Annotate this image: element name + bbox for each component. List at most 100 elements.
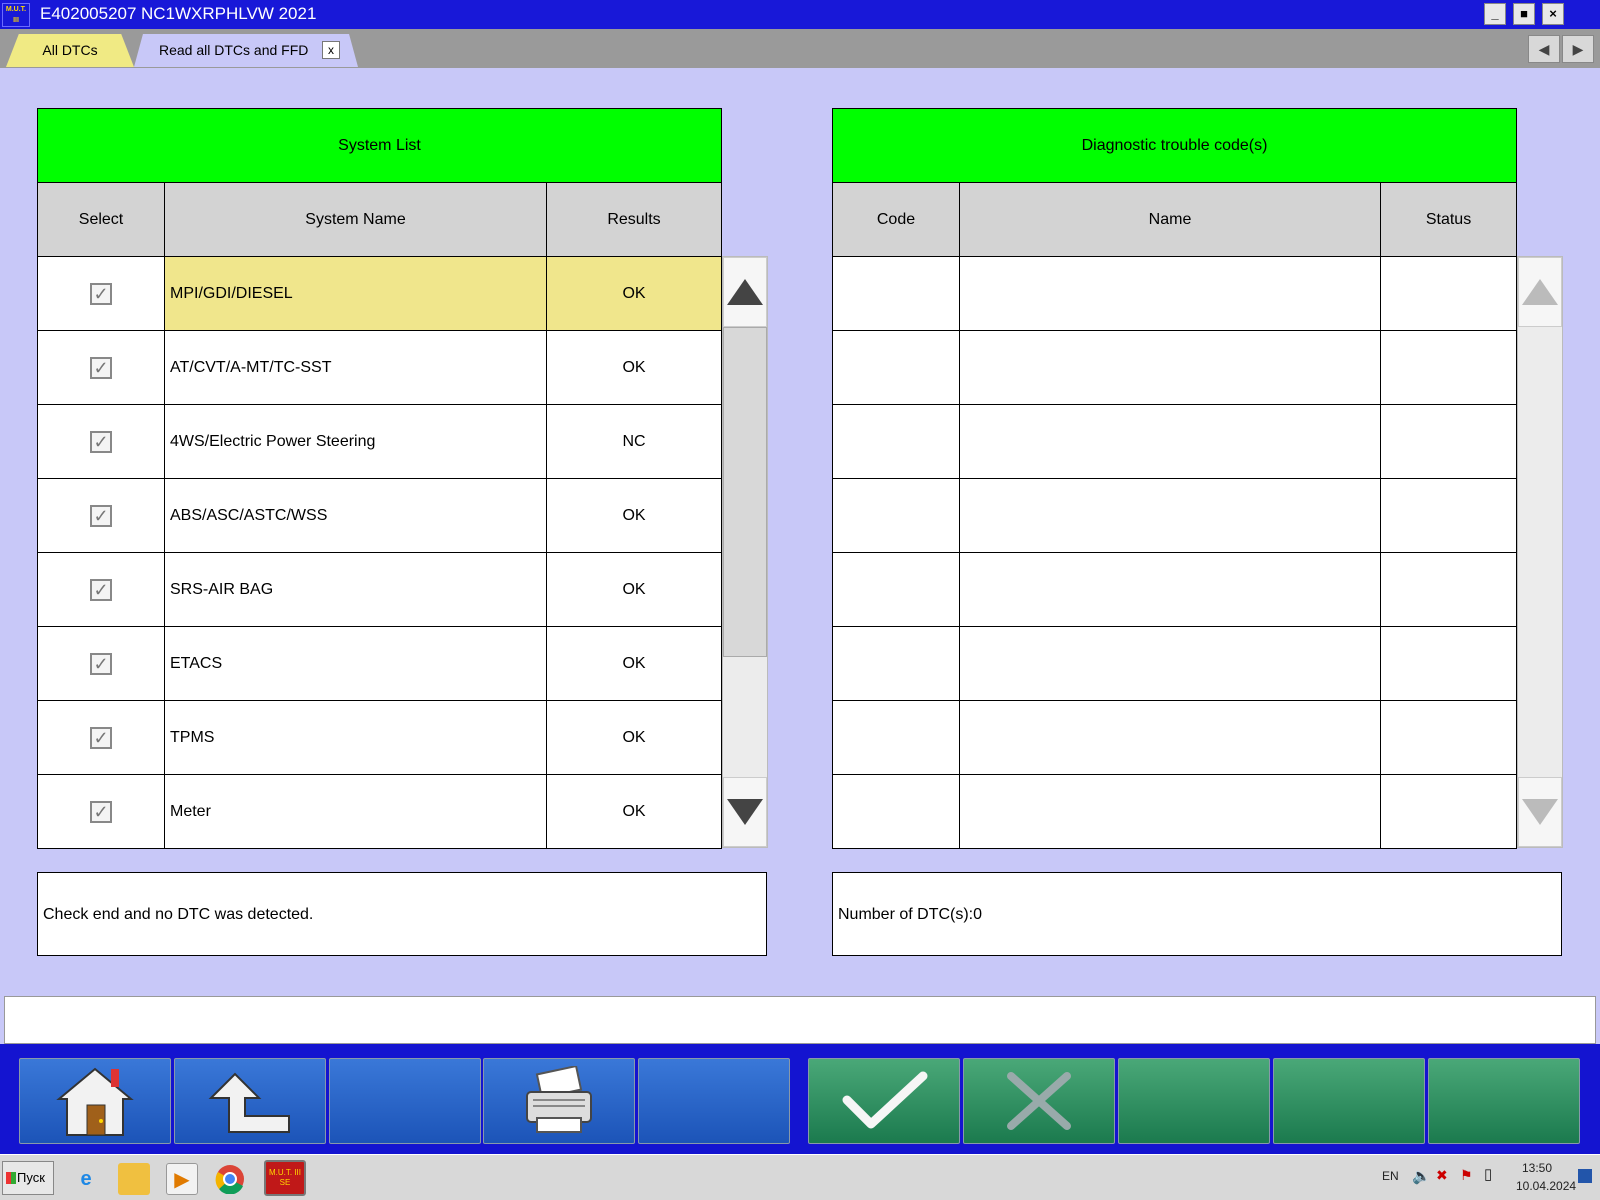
table-row[interactable]: ✓ ABS/ASC/ASTC/WSS OK (37, 478, 723, 553)
arrow-down-icon (727, 799, 763, 825)
select-checkbox[interactable]: ✓ (90, 578, 112, 601)
table-row[interactable]: ✓ 4WS/Electric Power Steering NC (37, 404, 723, 479)
mut-app-icon[interactable]: M.U.T. III (2, 3, 30, 27)
system-name[interactable]: ETACS (164, 626, 547, 701)
windows-flag-icon (6, 1172, 16, 1184)
arrow-down-icon (1522, 799, 1558, 825)
maximize-button[interactable]: ■ (1513, 3, 1535, 25)
select-checkbox[interactable]: ✓ (90, 726, 112, 749)
dtc-row[interactable] (832, 774, 1518, 849)
system-result: OK (545, 478, 723, 553)
dtc-row[interactable] (832, 478, 1518, 553)
main-panel: System List Select System Name Results ✓… (4, 68, 1596, 996)
column-header-status: Status (1379, 182, 1518, 257)
folder-icon[interactable] (118, 1163, 150, 1195)
dtc-scroll-down-button[interactable] (1518, 777, 1562, 847)
function-button-10[interactable] (1428, 1058, 1580, 1144)
tab-all-dtcs[interactable]: All DTCs (6, 34, 134, 67)
function-button-bar (0, 1044, 1600, 1154)
system-result: OK (545, 700, 723, 775)
clock-date[interactable]: 10.04.2024 (1516, 1179, 1576, 1193)
printer-icon (526, 1066, 592, 1133)
system-result: OK (545, 774, 723, 849)
language-indicator[interactable]: EN (1382, 1169, 1399, 1183)
system-status-message: Check end and no DTC was detected. (37, 872, 767, 956)
start-button[interactable]: Пуск (2, 1161, 54, 1195)
internet-explorer-icon[interactable]: e (70, 1163, 102, 1195)
scroll-thumb[interactable] (723, 327, 767, 657)
table-row[interactable]: ✓ TPMS OK (37, 700, 723, 775)
dtc-row[interactable] (832, 404, 1518, 479)
system-list-scrollbar[interactable] (722, 256, 768, 848)
function-button-3[interactable] (329, 1058, 481, 1144)
dtc-row[interactable] (832, 626, 1518, 701)
table-row[interactable]: ✓ AT/CVT/A-MT/TC-SST OK (37, 330, 723, 405)
battery-icon[interactable]: ▯ (1484, 1165, 1492, 1183)
dtc-list-scrollbar[interactable] (1517, 256, 1563, 848)
tab-next-button[interactable]: ▶ (1562, 35, 1594, 63)
select-checkbox[interactable]: ✓ (90, 800, 112, 823)
volume-icon[interactable]: 🔈 (1412, 1167, 1431, 1185)
print-button[interactable] (483, 1058, 635, 1144)
back-button[interactable] (174, 1058, 326, 1144)
select-checkbox[interactable]: ✓ (90, 504, 112, 527)
confirm-button[interactable] (808, 1058, 960, 1144)
show-desktop-icon[interactable] (1578, 1169, 1592, 1183)
title-bar: M.U.T. III E402005207 NC1WXRPHLVW 2021 _… (0, 0, 1600, 29)
system-name[interactable]: TPMS (164, 700, 547, 775)
dtc-row[interactable] (832, 700, 1518, 775)
column-header-code: Code (832, 182, 960, 257)
back-arrow-icon (208, 1072, 290, 1133)
tab-close-button[interactable]: x (322, 41, 340, 59)
chrome-icon[interactable] (214, 1163, 246, 1195)
system-result: OK (545, 626, 723, 701)
network-icon[interactable]: ✖ (1436, 1167, 1448, 1184)
arrow-up-icon (727, 279, 763, 305)
home-button[interactable] (19, 1058, 171, 1144)
cross-icon (1007, 1072, 1071, 1130)
dtc-row[interactable] (832, 552, 1518, 627)
system-result: OK (545, 552, 723, 627)
select-checkbox[interactable]: ✓ (90, 652, 112, 675)
taskbar: Пуск e ▶ M.U.T. III SE EN 🔈 ✖ ⚑ ▯ 13:50 … (0, 1154, 1600, 1200)
system-name[interactable]: SRS-AIR BAG (164, 552, 547, 627)
media-player-icon[interactable]: ▶ (166, 1163, 198, 1195)
system-result: NC (545, 404, 723, 479)
column-header-select: Select (37, 182, 165, 257)
table-row[interactable]: ✓ MPI/GDI/DIESEL OK (37, 256, 723, 331)
minimize-button[interactable]: _ (1484, 3, 1506, 25)
system-result: OK (545, 330, 723, 405)
dtc-scroll-up-button[interactable] (1518, 257, 1562, 327)
select-checkbox[interactable]: ✓ (90, 430, 112, 453)
column-header-results: Results (545, 182, 723, 257)
function-button-5[interactable] (638, 1058, 790, 1144)
scroll-up-button[interactable] (723, 257, 767, 327)
close-window-button[interactable]: × (1542, 3, 1564, 25)
dtc-count-message: Number of DTC(s):0 (832, 872, 1562, 956)
function-button-9[interactable] (1273, 1058, 1425, 1144)
function-button-8[interactable] (1118, 1058, 1270, 1144)
select-checkbox[interactable]: ✓ (90, 356, 112, 379)
select-checkbox[interactable]: ✓ (90, 282, 112, 305)
system-name[interactable]: AT/CVT/A-MT/TC-SST (164, 330, 547, 405)
window-title-id: E402005207 (40, 4, 137, 23)
checkmark-icon (842, 1071, 928, 1129)
mut-taskbar-icon[interactable]: M.U.T. III SE (264, 1160, 306, 1196)
dtc-table: Diagnostic trouble code(s) Code Name Sta… (831, 108, 1518, 849)
system-name[interactable]: 4WS/Electric Power Steering (164, 404, 547, 479)
dtc-row[interactable] (832, 256, 1518, 331)
system-name[interactable]: MPI/GDI/DIESEL (164, 256, 547, 331)
home-exit-icon (56, 1067, 134, 1136)
security-icon[interactable]: ⚑ (1460, 1167, 1473, 1184)
scroll-down-button[interactable] (723, 777, 767, 847)
system-name[interactable]: Meter (164, 774, 547, 849)
clock-time[interactable]: 13:50 (1522, 1161, 1552, 1175)
dtc-row[interactable] (832, 330, 1518, 405)
system-name[interactable]: ABS/ASC/ASTC/WSS (164, 478, 547, 553)
column-header-system-name: System Name (164, 182, 547, 257)
table-row[interactable]: ✓ Meter OK (37, 774, 723, 849)
tab-prev-button[interactable]: ◀ (1528, 35, 1560, 63)
table-row[interactable]: ✓ SRS-AIR BAG OK (37, 552, 723, 627)
cancel-button[interactable] (963, 1058, 1115, 1144)
table-row[interactable]: ✓ ETACS OK (37, 626, 723, 701)
